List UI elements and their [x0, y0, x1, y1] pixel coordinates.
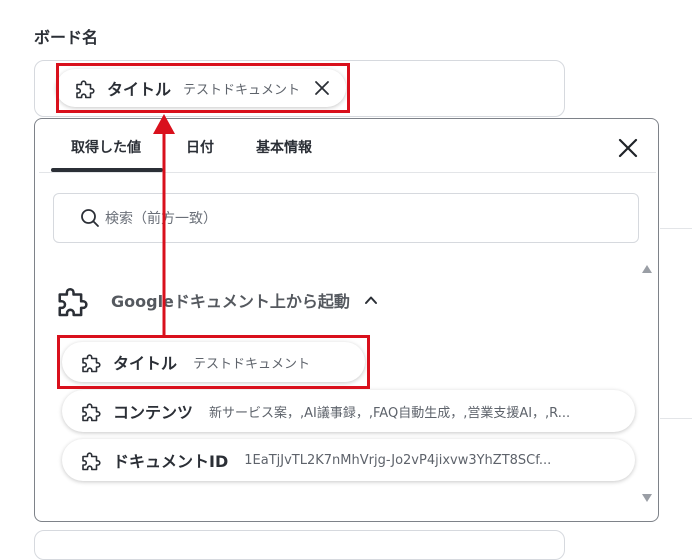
group-header-google-docs[interactable]: Googleドキュメント上から起動	[55, 281, 378, 319]
tab-date[interactable]: 日付	[186, 137, 214, 157]
item-title: タイトル	[113, 354, 178, 373]
search-placeholder: 検索（前方一致）	[105, 211, 217, 227]
chip-title: タイトル	[107, 80, 172, 99]
chip-subtitle: テストドキュメント	[183, 82, 301, 98]
value-picker-popup: 取得した値 日付 基本情報 検索（前方一致） Googleドキュメント上から起動…	[34, 118, 659, 522]
puzzle-icon	[80, 399, 104, 423]
list-item-title[interactable]: タイトル テストドキュメント	[62, 342, 365, 382]
remove-chip-icon[interactable]	[314, 80, 330, 96]
background-divider	[660, 418, 692, 419]
selected-title-chip[interactable]: タイトル テストドキュメント	[56, 69, 346, 107]
list-item-document-id[interactable]: ドキュメントID 1EaTjJvTL2K7nMhVrjg-Jo2vP4jixvw…	[62, 439, 635, 481]
board-name-input[interactable]: タイトル テストドキュメント	[34, 60, 565, 117]
item-title: コンテンツ	[113, 403, 194, 422]
puzzle-icon	[80, 350, 104, 374]
puzzle-icon	[80, 448, 104, 472]
board-name-label: ボード名	[34, 28, 99, 47]
list-item-content[interactable]: コンテンツ 新サービス案，,AI議事録，,FAQ自動生成，,営業支援AI，,R.…	[62, 390, 635, 432]
scroll-down-arrow[interactable]	[642, 494, 652, 502]
group-title: Googleドキュメント上から起動	[111, 292, 350, 311]
scroll-up-arrow[interactable]	[642, 265, 652, 273]
item-title: ドキュメントID	[113, 452, 229, 471]
item-value: テストドキュメント	[193, 356, 311, 372]
close-icon[interactable]	[616, 136, 640, 160]
search-icon	[81, 209, 99, 227]
tabs-divider	[39, 172, 656, 173]
puzzle-icon	[55, 281, 93, 319]
search-input[interactable]: 検索（前方一致）	[53, 193, 639, 243]
chevron-up-icon[interactable]	[364, 293, 378, 307]
item-value: 新サービス案，,AI議事録，,FAQ自動生成，,営業支援AI，,R...	[209, 405, 571, 421]
next-field-input[interactable]	[34, 530, 565, 560]
background-divider	[660, 228, 692, 229]
tab-basic-info[interactable]: 基本情報	[256, 137, 312, 157]
puzzle-icon	[74, 76, 98, 100]
item-value: 1EaTjJvTL2K7nMhVrjg-Jo2vP4jixvw3YhZT8SCf…	[244, 452, 552, 468]
tab-acquired-values[interactable]: 取得した値	[71, 137, 141, 157]
